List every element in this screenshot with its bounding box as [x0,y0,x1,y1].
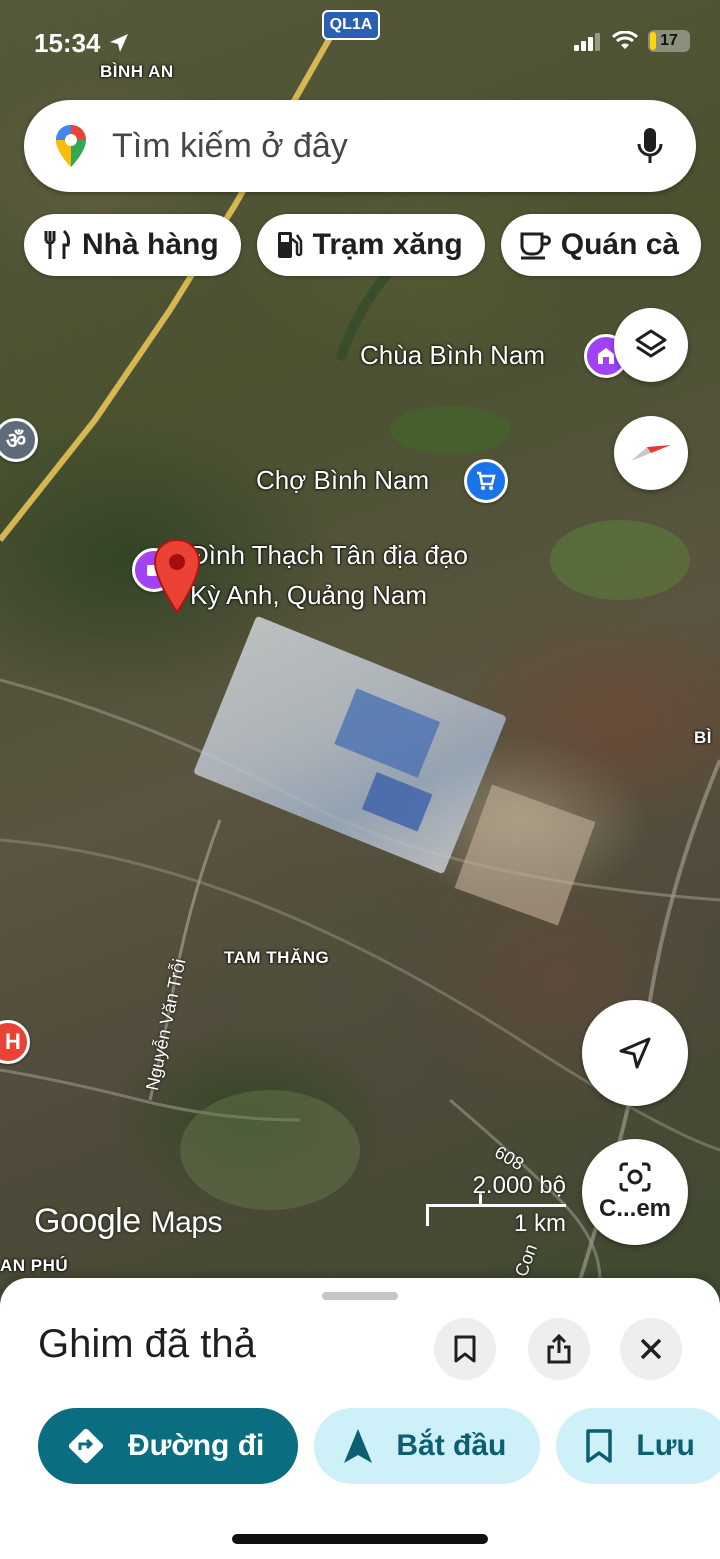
google-maps-logo: Google Maps [34,1202,223,1241]
dropped-pin-icon[interactable] [152,538,202,614]
close-button[interactable] [620,1318,682,1380]
layers-button[interactable] [614,308,688,382]
directions-button[interactable]: Đường đi [38,1408,299,1484]
sheet-drag-handle[interactable] [322,1292,398,1300]
chip-gas-stations-label: Trạm xăng [312,228,463,261]
scale-bottom-label: 1 km [513,1210,566,1237]
navigation-arrow-icon [344,1429,373,1463]
highway-badge: QL1A [322,10,380,40]
chip-coffee-label: Quán cà [560,228,680,261]
camera-button-label: C...em [598,1195,672,1222]
gas-station-icon [277,232,302,258]
map-label-cho-binh-nam[interactable]: Chợ Bình Nam [256,465,429,496]
utensils-icon [44,229,70,259]
maps-logo-text: Maps [150,1206,223,1239]
wifi-icon [612,31,638,49]
save-icon-button[interactable] [434,1318,496,1380]
google-maps-pin-icon [56,125,86,167]
bookmark-icon [586,1429,613,1463]
pin-label-line2: Kỳ Anh, Quảng Nam [190,580,428,610]
battery-fill [650,32,656,50]
chip-coffee[interactable]: Quán cà [500,214,702,276]
search-placeholder[interactable]: Tìm kiếm ở đây [112,127,636,166]
location-arrow-icon [109,34,128,52]
category-chips: Nhà hàng Trạm xăng Quán cà [24,214,702,276]
map-label-tam-thang: TAM THĂNG [224,948,330,967]
my-location-button[interactable] [582,1000,688,1106]
battery-level-text: 17 [660,32,678,49]
chip-gas-stations[interactable]: Trạm xăng [256,214,485,276]
camera-icon [619,1162,651,1192]
start-button[interactable]: Bắt đầu [314,1408,541,1484]
compass-button[interactable] [614,416,688,490]
sheet-title: Ghim đã thả [38,1322,256,1366]
scale-top-label: 2.000 bộ [472,1172,566,1199]
start-label: Bắt đầu [396,1429,507,1462]
close-icon [640,1338,662,1360]
share-icon [547,1333,571,1364]
coffee-icon [520,232,551,260]
map-label-bin-right: BÌ [694,728,712,747]
directions-label: Đường đi [128,1429,265,1462]
share-button[interactable] [528,1318,590,1380]
navigation-arrow-outline-icon [619,1037,651,1069]
chip-restaurants[interactable]: Nhà hàng [24,214,241,276]
save-label: Lưu [636,1429,695,1462]
status-time-text: 15:34 [34,28,101,58]
home-indicator [232,1534,488,1544]
battery-indicator: 17 [648,30,690,52]
status-icons: 17 [574,30,690,52]
layers-icon [635,329,667,358]
map-roads [0,18,720,1281]
map-label-chua-binh-nam[interactable]: Chùa Bình Nam [360,340,545,371]
bookmark-outline-icon [454,1335,476,1363]
google-logo-text: Google [34,1202,141,1240]
map-label-an-phu: AN PHÚ [0,1256,69,1275]
pin-label-line1: Đình Thạch Tân địa đạo [190,540,469,570]
directions-icon [68,1428,104,1464]
cellular-signal-icon [574,33,600,51]
bottom-sheet[interactable]: Ghim đã thả Đường đi Bắt đầu Lưu [0,1278,720,1559]
map-label-binh-an: BÌNH AN [100,62,174,81]
camera-search-button[interactable]: C...em [582,1139,688,1245]
compass-icon [631,445,671,461]
mic-icon[interactable] [636,126,664,166]
chip-restaurants-label: Nhà hàng [82,228,219,261]
save-button[interactable]: Lưu [556,1408,720,1484]
search-bar[interactable]: Tìm kiếm ở đây [24,100,696,192]
map-view[interactable]: BÌNH AN Chùa Bình Nam Chợ Bình Nam Đình … [0,0,720,1300]
shopping-cart-poi-icon[interactable] [464,459,508,503]
status-time: 15:34 [34,28,130,59]
action-row: Đường đi Bắt đầu Lưu [38,1408,720,1484]
